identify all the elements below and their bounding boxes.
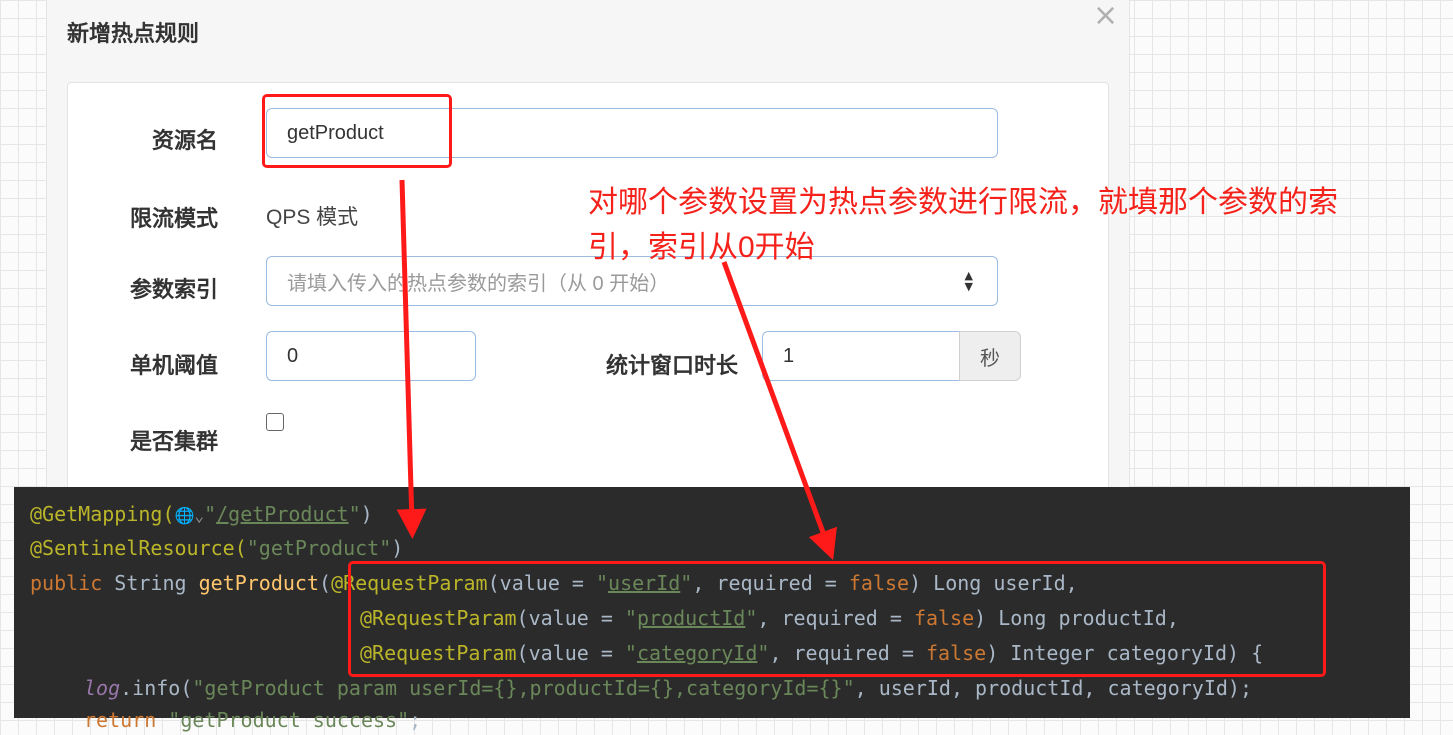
resource-name-label: 资源名 bbox=[151, 128, 218, 153]
limit-mode-label: 限流模式 bbox=[129, 206, 218, 231]
param-index-label: 参数索引 bbox=[129, 277, 218, 302]
annotation-line-1: 对哪个参数设置为热点参数进行限流，就填那个参数的索 bbox=[588, 186, 1338, 219]
code-line-6: log.info("getProduct param userId={},pro… bbox=[84, 676, 1252, 700]
cluster-checkbox[interactable] bbox=[266, 413, 284, 431]
limit-mode-value: QPS 模式 bbox=[266, 206, 359, 229]
resource-highlight-box bbox=[262, 94, 452, 168]
threshold-label: 单机阈值 bbox=[129, 353, 218, 378]
threshold-value: 0 bbox=[287, 344, 299, 367]
threshold-input[interactable]: 0 bbox=[266, 331, 476, 381]
code-line-1: @GetMapping(🌐⌄"/getProduct") bbox=[30, 499, 373, 529]
code-line-7: return "getProduct success"; bbox=[84, 708, 422, 732]
number-spinner-icon[interactable]: ▲ ▼ bbox=[965, 270, 973, 292]
globe-icon[interactable]: 🌐⌄ bbox=[175, 501, 205, 531]
param-index-placeholder: 请填入传入的热点参数的索引（从 0 开始） bbox=[287, 272, 670, 295]
annotation-note: 对哪个参数设置为热点参数进行限流，就填那个参数的索 引，索引从0开始 bbox=[588, 180, 1448, 270]
window-duration-input[interactable]: 1 bbox=[762, 331, 960, 381]
window-duration-label: 统计窗口时长 bbox=[605, 353, 738, 378]
params-highlight-box bbox=[348, 561, 1326, 677]
rule-form: 资源名 getProduct 限流模式 QPS 模式 参数索引 请填入传入的热点… bbox=[67, 82, 1109, 504]
close-icon[interactable]: × bbox=[1093, 0, 1118, 33]
window-unit-addon: 秒 bbox=[959, 331, 1021, 381]
cluster-label: 是否集群 bbox=[129, 429, 218, 454]
dialog-title: 新增热点规则 bbox=[67, 21, 200, 46]
window-duration-value: 1 bbox=[783, 344, 795, 367]
mapping-path-link[interactable]: /getProduct bbox=[216, 502, 348, 526]
code-line-2: @SentinelResource("getProduct") bbox=[30, 536, 404, 560]
annotation-line-2: 引，索引从0开始 bbox=[588, 231, 815, 264]
